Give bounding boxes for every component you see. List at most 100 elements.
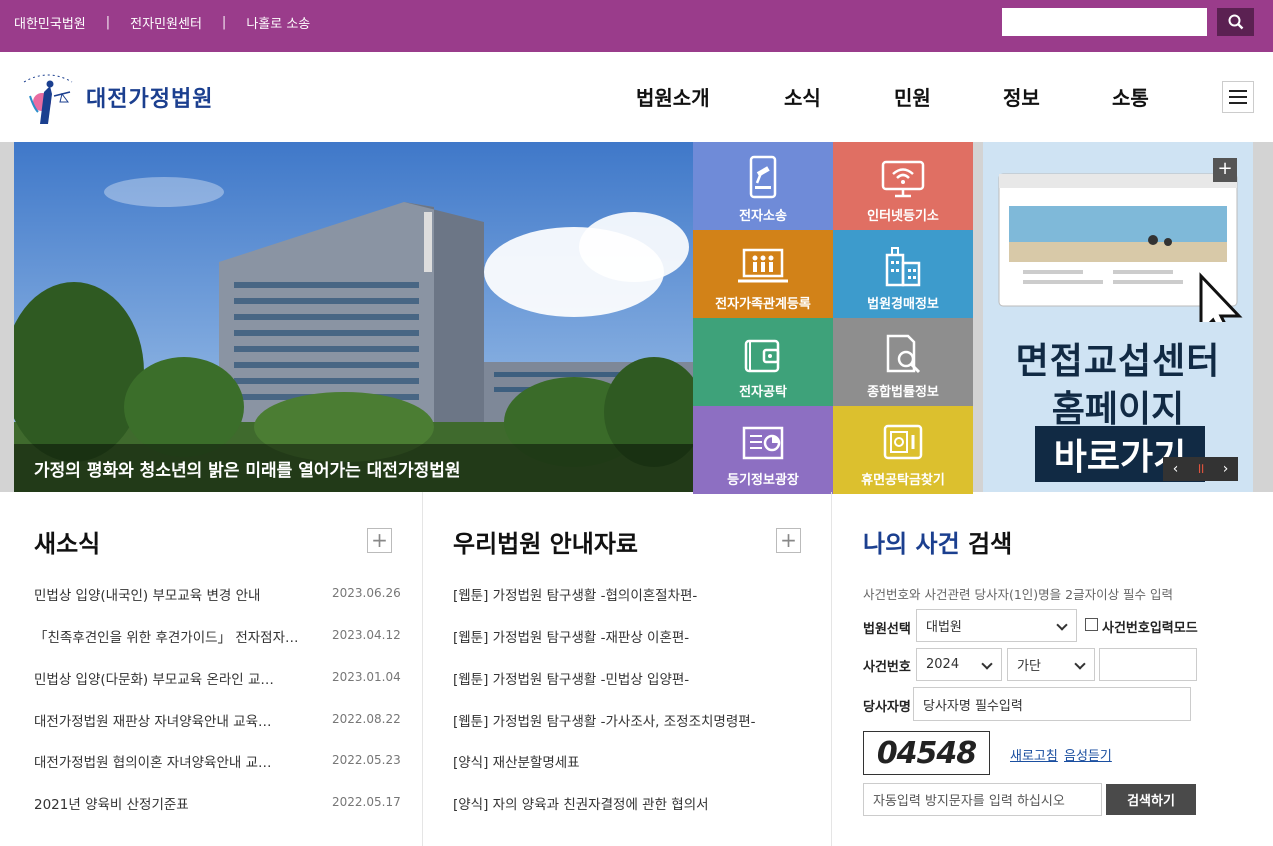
news-date: 2023.04.12 [332, 628, 401, 642]
top-link-self-litigation[interactable]: 나홀로 소송 [246, 13, 310, 32]
chevron-down-icon [1056, 618, 1068, 631]
title-rest: 검색 [959, 530, 1013, 558]
tile-court-auction[interactable]: 법원경매정보 [833, 230, 973, 318]
phone-gavel-icon [749, 155, 777, 199]
banner-line-2: 홈페이지 [1051, 389, 1185, 430]
captcha-audio-link[interactable]: 음성듣기 [1064, 745, 1112, 764]
tile-label: 종합법률정보 [867, 385, 939, 400]
party-name-label: 당사자명 [863, 700, 911, 715]
party-name-input[interactable]: 당사자명 필수입력 [913, 687, 1191, 721]
logo[interactable]: 대전가정법원 [16, 68, 213, 126]
tile-e-family-registry[interactable]: 전자가족관계등록 [693, 230, 833, 318]
guide-item[interactable]: [웹툰] 가정법원 탐구생활 -민법상 입양편- [453, 668, 689, 688]
buildings-icon [885, 247, 921, 287]
top-links: 대한민국법원 | 전자민원센터 | 나홀로 소송 [14, 0, 310, 44]
title-accent: 나의 사건 [863, 530, 960, 558]
tile-e-litigation[interactable]: 전자소송 [693, 142, 833, 230]
tile-e-deposit[interactable]: 전자공탁 [693, 318, 833, 406]
tile-internet-registry[interactable]: 인터넷등기소 [833, 142, 973, 230]
captcha-refresh-link[interactable]: 새로고침 [1010, 745, 1058, 764]
case-type-select[interactable]: 가단 [1007, 648, 1095, 681]
case-search-button[interactable]: 검색하기 [1106, 784, 1196, 815]
family-laptop-icon [738, 248, 788, 283]
building-illustration [14, 142, 693, 492]
divider [831, 492, 832, 846]
tile-registry-plaza[interactable]: 등기정보광장 [693, 406, 833, 494]
court-building-photo: 가정의 평화와 청소년의 밝은 미래를 열어가는 대전가정법원 [14, 142, 693, 492]
news-more-button[interactable]: + [367, 528, 392, 553]
top-bar: 대한민국법원 | 전자민원센터 | 나홀로 소송 [0, 0, 1273, 52]
tile-label: 법원경매정보 [867, 297, 939, 312]
guide-item[interactable]: [양식] 자의 양육과 친권자결정에 관한 협의서 [453, 793, 709, 813]
quick-service-tiles: 전자소송 인터넷등기소 전자가족관계등록 법원경매정보 전자공탁 종합법률정보 … [693, 142, 973, 494]
news-item[interactable]: 2021년 양육비 산정기준표 [34, 793, 189, 813]
news-section: 새소식 + 민법상 입양(내국인) 부모교육 변경 안내 2023.06.26 … [34, 492, 401, 846]
hamburger-menu-button[interactable] [1222, 81, 1254, 113]
case-search-hint: 사건번호와 사건관련 당사자(1인)명을 2글자이상 필수 입력 [863, 587, 1174, 602]
chevron-down-icon [1074, 657, 1086, 670]
captcha-placeholder: 자동입력 방지문자를 입력 하십시오 [873, 794, 1065, 809]
site-search-button[interactable] [1217, 8, 1254, 36]
hamburger-icon [1229, 90, 1247, 92]
site-search-input[interactable] [1002, 8, 1207, 36]
case-number-label: 사건번호 [863, 660, 911, 675]
tile-dormant-deposit[interactable]: 휴면공탁금찾기 [833, 406, 973, 494]
pause-icon[interactable]: ॥ [1188, 457, 1213, 481]
guide-section: 우리법원 안내자료 + [웹툰] 가정법원 탐구생활 -협의이혼절차편- [웹툰… [453, 492, 803, 846]
case-number-input[interactable] [1099, 648, 1197, 681]
guide-item[interactable]: [웹툰] 가정법원 탐구생활 -가사조사, 조정조치명령편- [453, 710, 756, 730]
banner-more-button[interactable]: + [1213, 158, 1237, 182]
case-number-mode-checkbox[interactable] [1085, 618, 1098, 631]
court-select-value: 대법원 [926, 620, 962, 635]
header: 대전가정법원 법원소개 소식 민원 정보 소통 [0, 52, 1273, 142]
news-item[interactable]: 민법상 입양(다문화) 부모교육 온라인 교… [34, 668, 274, 688]
banner-line-1: 면접교섭센터 [1015, 341, 1221, 382]
visitation-center-banner[interactable]: + 면접교섭센터 홈페이지 바로가기 ‹ ॥ › [983, 142, 1253, 492]
news-item[interactable]: 대전가정법원 재판상 자녀양육안내 교육… [34, 710, 272, 730]
case-search-title: 나의 사건 검색 [863, 524, 1012, 559]
year-select[interactable]: 2024 [916, 648, 1002, 681]
guide-more-button[interactable]: + [776, 528, 801, 553]
nav-communication[interactable]: 소통 [1112, 82, 1149, 111]
tile-label: 등기정보광장 [727, 473, 799, 488]
hero-section: 가정의 평화와 청소년의 밝은 미래를 열어가는 대전가정법원 전자소송 인터넷… [0, 142, 1273, 494]
nav-info[interactable]: 정보 [1003, 82, 1040, 111]
top-link-supreme-court[interactable]: 대한민국법원 [14, 13, 86, 32]
monitor-wifi-icon [881, 160, 925, 198]
captcha-text: 04548 [876, 735, 977, 771]
tile-label: 인터넷등기소 [867, 209, 939, 224]
tile-label: 전자가족관계등록 [715, 297, 811, 312]
chevron-right-icon[interactable]: › [1213, 457, 1238, 481]
news-item[interactable]: 민법상 입양(내국인) 부모교육 변경 안내 [34, 584, 260, 604]
guide-item[interactable]: [웹툰] 가정법원 탐구생활 -협의이혼절차편- [453, 584, 697, 604]
captcha-input[interactable]: 자동입력 방지문자를 입력 하십시오 [863, 783, 1102, 816]
news-date: 2023.06.26 [332, 586, 401, 600]
court-select[interactable]: 대법원 [916, 609, 1077, 642]
tile-legal-info[interactable]: 종합법률정보 [833, 318, 973, 406]
guide-item[interactable]: [웹툰] 가정법원 탐구생활 -재판상 이혼편- [453, 626, 689, 646]
separator: | [105, 14, 111, 30]
document-search-icon [886, 334, 921, 374]
tile-label: 전자소송 [739, 209, 787, 224]
tile-label: 전자공탁 [739, 385, 787, 400]
nav-civil[interactable]: 민원 [894, 82, 931, 111]
party-name-placeholder: 당사자명 필수입력 [923, 698, 1023, 714]
search-icon [1228, 14, 1243, 30]
news-item[interactable]: 대전가정법원 협의이혼 자녀양육안내 교… [34, 751, 272, 771]
news-date: 2022.08.22 [332, 712, 401, 726]
guide-item[interactable]: [양식] 재산분할명세표 [453, 751, 580, 771]
hero-caption: 가정의 평화와 청소년의 밝은 미래를 열어가는 대전가정법원 [34, 461, 461, 481]
top-link-ecivil[interactable]: 전자민원센터 [130, 13, 202, 32]
chart-board-icon [742, 426, 784, 460]
chevron-left-icon[interactable]: ‹ [1163, 457, 1188, 481]
case-type-value: 가단 [1017, 659, 1041, 674]
nav-news[interactable]: 소식 [784, 82, 821, 111]
case-number-mode-label: 사건번호입력모드 [1102, 621, 1198, 636]
court-emblem-icon [23, 74, 73, 124]
news-item[interactable]: 「친족후견인을 위한 후견가이드」 전자점자… [34, 626, 299, 646]
separator: | [221, 14, 227, 30]
news-title: 새소식 [34, 530, 101, 558]
safe-icon [883, 424, 923, 460]
chevron-down-icon [981, 657, 993, 670]
nav-court-intro[interactable]: 법원소개 [636, 82, 710, 111]
